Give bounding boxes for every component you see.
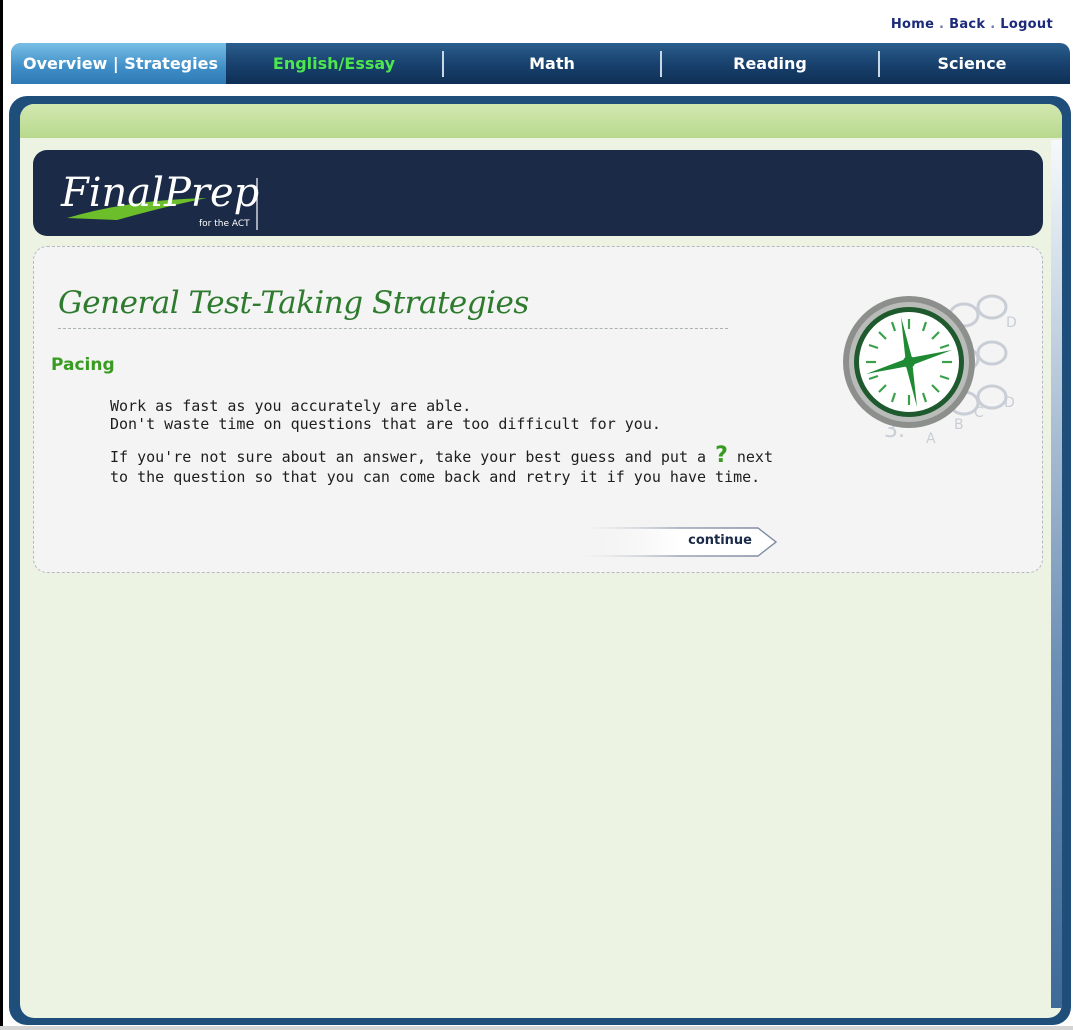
text-line: If you're not sure about an answer, take…	[110, 448, 707, 466]
svg-text:for the ACT: for the ACT	[199, 219, 250, 229]
back-link[interactable]: Back	[949, 17, 985, 32]
tab-english-essay[interactable]: English/Essay	[226, 43, 442, 84]
window-edge	[0, 0, 3, 1030]
title-divider	[58, 328, 728, 329]
tab-math[interactable]: Math	[444, 43, 660, 84]
text-line: to the question so that you can come bac…	[110, 468, 761, 486]
tab-reading[interactable]: Reading	[662, 43, 878, 84]
svg-text:C: C	[974, 405, 984, 421]
svg-text:A: A	[926, 431, 936, 447]
svg-text:B: B	[954, 417, 964, 433]
link-separator: .	[939, 17, 945, 32]
link-separator: .	[990, 17, 996, 32]
window-bottom-edge	[0, 1026, 1073, 1030]
tab-overview-strategies[interactable]: Overview | Strategies	[11, 43, 226, 84]
main-nav: Overview | Strategies English/Essay Math…	[11, 43, 1070, 84]
text-line: Don't waste time on questions that are t…	[110, 415, 661, 433]
continue-label: continue	[688, 533, 752, 548]
panel-header-bar	[20, 104, 1062, 138]
question-mark-icon: ?	[715, 443, 728, 468]
home-link[interactable]: Home	[891, 17, 934, 32]
panel-content: FinalPrep for the ACT General Test-Takin…	[20, 104, 1062, 1018]
text-line: Work as fast as you accurately are able.	[110, 397, 472, 415]
header-banner: FinalPrep for the ACT	[33, 150, 1043, 236]
logout-link[interactable]: Logout	[1000, 17, 1053, 32]
top-links: Home . Back . Logout	[891, 17, 1053, 32]
main-panel: FinalPrep for the ACT General Test-Takin…	[9, 96, 1071, 1025]
strategy-text: Work as fast as you accurately are able.…	[110, 397, 830, 496]
svg-text:FinalPrep: FinalPrep	[60, 170, 259, 216]
text-line: next	[736, 448, 773, 466]
paragraph: If you're not sure about an answer, take…	[110, 443, 830, 486]
finalprep-logo: FinalPrep for the ACT	[60, 170, 259, 230]
continue-button[interactable]: continue	[582, 527, 778, 557]
tab-science[interactable]: Science	[880, 43, 1064, 84]
paragraph: Work as fast as you accurately are able.…	[110, 397, 830, 433]
compass-icon: C D 3. A B C D	[843, 294, 1017, 447]
section-heading: Pacing	[51, 355, 115, 375]
page-title: General Test-Taking Strategies	[58, 285, 529, 321]
svg-text:D: D	[1004, 395, 1015, 411]
svg-text:D: D	[1006, 315, 1017, 331]
panel-side-gradient	[1051, 140, 1062, 1008]
strategy-card: General Test-Taking Strategies Pacing Wo…	[33, 246, 1043, 573]
